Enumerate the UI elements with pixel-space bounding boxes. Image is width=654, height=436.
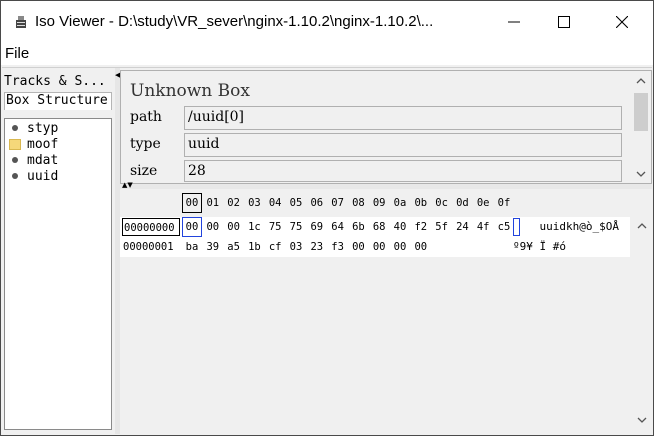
close-icon bbox=[616, 16, 628, 28]
leaf-dot-icon bbox=[9, 122, 21, 134]
maximize-button[interactable] bbox=[541, 1, 587, 43]
hex-column-label: 0b bbox=[414, 197, 428, 209]
close-button[interactable] bbox=[599, 1, 645, 43]
hex-column-label: 0d bbox=[456, 197, 469, 209]
tree-item-uuid[interactable]: uuid bbox=[9, 168, 58, 184]
scroll-down-icon[interactable] bbox=[632, 413, 652, 427]
ascii-cursor bbox=[513, 218, 520, 236]
field-value-path[interactable]: /uuid[0] bbox=[184, 106, 622, 130]
hex-byte[interactable]: 1b bbox=[245, 238, 263, 256]
minimize-button[interactable] bbox=[491, 1, 537, 43]
hex-byte[interactable]: 40 bbox=[391, 218, 409, 236]
hex-column-label: 05 bbox=[289, 197, 303, 209]
field-label-size: size bbox=[130, 163, 158, 179]
window-title: Iso Viewer - D:\study\VR_sever\nginx-1.1… bbox=[35, 13, 434, 30]
app-icon bbox=[13, 14, 29, 30]
hex-ascii: º9¥ Ï #ó bbox=[513, 240, 566, 253]
hex-column-label: 02 bbox=[227, 197, 240, 209]
left-panel: Tracks & S... Box Structure styp moof md… bbox=[2, 70, 114, 434]
hex-column-label: 07 bbox=[331, 197, 344, 209]
hex-byte[interactable]: 00 bbox=[204, 218, 222, 236]
tree-item-mdat[interactable]: mdat bbox=[9, 152, 58, 168]
hex-column-label: 08 bbox=[352, 197, 365, 209]
hex-column-label: 03 bbox=[248, 197, 261, 209]
tree-item-label: mdat bbox=[27, 152, 59, 168]
tree-item-label: styp bbox=[27, 120, 59, 136]
hex-byte[interactable]: 39 bbox=[204, 238, 222, 256]
hex-column-label: 01 bbox=[206, 197, 220, 209]
hex-column-label: 09 bbox=[372, 197, 386, 209]
hex-viewer[interactable]: 00 01 02 03 04 05 06 07 08 09 0a 0b 0c 0d 0e 0f 0000000… bbox=[120, 189, 652, 434]
hex-byte[interactable]: 5f bbox=[433, 218, 451, 236]
box-title: Unknown Box bbox=[130, 81, 250, 101]
hex-ascii: uuidkh@ò_$OÅ bbox=[513, 220, 619, 233]
leaf-dot-icon bbox=[9, 170, 21, 182]
menu-bar: File bbox=[1, 43, 653, 65]
hex-byte[interactable]: 24 bbox=[453, 218, 471, 236]
box-details-panel: Unknown Box path /uuid[0] type uuid size… bbox=[120, 70, 652, 184]
app-window: Iso Viewer - D:\study\VR_sever\nginx-1.1… bbox=[0, 0, 654, 436]
hex-byte[interactable]: 00 bbox=[349, 238, 367, 256]
maximize-icon bbox=[558, 16, 570, 28]
hex-byte[interactable]: 00 bbox=[412, 238, 430, 256]
hex-byte[interactable]: 4f bbox=[474, 218, 492, 236]
tree-item-styp[interactable]: styp bbox=[9, 120, 58, 136]
hex-byte[interactable]: cf bbox=[266, 238, 284, 256]
hex-area: 00 01 02 03 04 05 06 07 08 09 0a 0b 0c 0d 0e 0f 0000000… bbox=[120, 189, 630, 434]
hex-column-label: 06 bbox=[310, 197, 324, 209]
hex-byte[interactable]: 68 bbox=[370, 218, 388, 236]
title-bar[interactable]: Iso Viewer - D:\study\VR_sever\nginx-1.1… bbox=[1, 1, 653, 43]
hex-byte[interactable]: 75 bbox=[287, 218, 305, 236]
hex-offset: 00000000 bbox=[122, 218, 180, 236]
scroll-up-icon[interactable] bbox=[631, 74, 651, 88]
hex-byte[interactable]: 00 bbox=[370, 238, 388, 256]
hex-byte[interactable]: 00 bbox=[225, 218, 243, 236]
box-tree[interactable]: styp moof mdat uuid bbox=[4, 118, 112, 430]
tree-item-label: moof bbox=[27, 136, 59, 152]
hex-byte[interactable]: 23 bbox=[308, 238, 326, 256]
hex-byte[interactable]: 1c bbox=[245, 218, 263, 236]
hex-byte[interactable]: f3 bbox=[329, 238, 347, 256]
field-label-type: type bbox=[130, 136, 161, 152]
scroll-up-icon[interactable] bbox=[632, 219, 652, 233]
content-area: Tracks & S... Box Structure styp moof md… bbox=[2, 67, 652, 434]
menu-file[interactable]: File bbox=[5, 45, 29, 62]
hex-row: 00000001 ba 39 a5 1b cf 03 23 f3 00 00 00 00 º9¥ Ï #… bbox=[120, 237, 630, 257]
hex-byte[interactable]: 64 bbox=[329, 218, 347, 236]
hex-byte[interactable]: 03 bbox=[287, 238, 305, 256]
hex-column-label: 0c bbox=[435, 197, 448, 209]
tab-box-structure[interactable]: Box Structure bbox=[4, 92, 112, 110]
hex-row: 00000000 00 00 00 1c 75 75 69 64 6b 68 40 f2 5f 24 4f c… bbox=[120, 217, 630, 237]
field-value-size[interactable]: 28 bbox=[184, 160, 622, 182]
tree-item-moof[interactable]: moof bbox=[9, 136, 58, 152]
hex-byte[interactable]: 69 bbox=[308, 218, 326, 236]
hex-byte[interactable]: ba bbox=[183, 238, 201, 256]
split-arrows-icon[interactable]: ▲▼ bbox=[122, 181, 133, 189]
hex-byte[interactable]: 00 bbox=[182, 217, 202, 237]
hex-column-label: 0e bbox=[476, 197, 490, 209]
hex-column-label: 00 bbox=[182, 193, 202, 213]
field-value-type[interactable]: uuid bbox=[184, 133, 622, 157]
tab-tracks[interactable]: Tracks & S... bbox=[4, 74, 110, 92]
hex-scrollbar[interactable] bbox=[632, 189, 652, 434]
scroll-thumb[interactable] bbox=[634, 93, 648, 131]
leaf-dot-icon bbox=[9, 154, 21, 166]
hex-byte[interactable]: a5 bbox=[225, 238, 243, 256]
hex-byte[interactable]: 75 bbox=[266, 218, 284, 236]
scroll-down-icon[interactable] bbox=[631, 167, 651, 181]
hex-offset: 00000001 bbox=[123, 241, 174, 253]
folder-icon bbox=[9, 138, 21, 150]
hex-byte[interactable]: 6b bbox=[349, 218, 367, 236]
field-label-path: path bbox=[130, 109, 162, 125]
hex-byte[interactable]: f2 bbox=[412, 218, 430, 236]
hex-byte[interactable]: 00 bbox=[391, 238, 409, 256]
details-scrollbar[interactable] bbox=[631, 71, 651, 183]
hex-column-label: 0a bbox=[393, 197, 407, 209]
hex-byte[interactable]: c5 bbox=[495, 218, 513, 236]
minimize-icon bbox=[508, 21, 520, 23]
hex-column-label: 04 bbox=[268, 197, 282, 209]
tree-item-label: uuid bbox=[27, 168, 59, 184]
hex-column-label: 0f bbox=[497, 197, 511, 209]
